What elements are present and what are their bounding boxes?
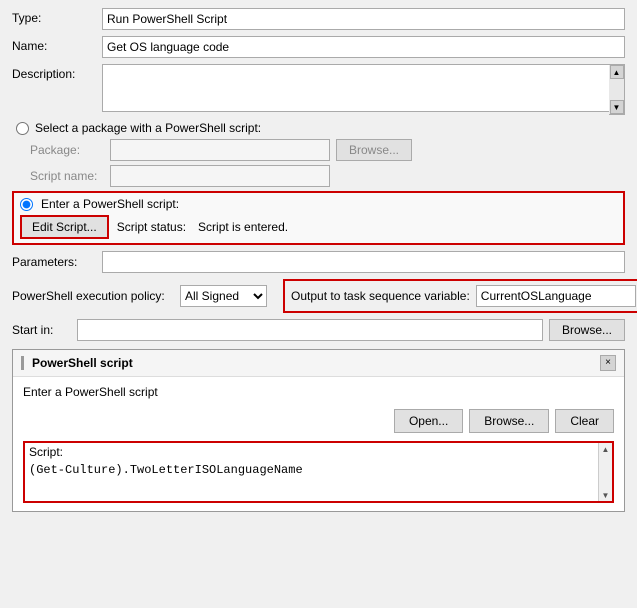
edit-script-btn[interactable]: Edit Script... [20,215,109,239]
ps-panel-header: PowerShell script × [13,350,624,377]
script-area-label: Script: [25,443,612,461]
ps-browse-btn[interactable]: Browse... [469,409,549,433]
ps-clear-btn[interactable]: Clear [555,409,614,433]
enter-ps-row: Enter a PowerShell script: [20,197,617,211]
script-status-value: Script is entered. [198,220,288,234]
script-scrollbar[interactable]: ▲ ▼ [598,443,612,501]
name-label: Name: [12,36,102,53]
output-var-label: Output to task sequence variable: [291,289,470,303]
package-row: Package: Browse... [12,139,625,161]
parameters-label: Parameters: [12,255,102,269]
start-in-row: Start in: Browse... [12,319,625,341]
description-wrapper: ▲ ▼ [102,64,625,115]
script-name-label: Script name: [30,169,110,183]
select-package-label: Select a package with a PowerShell scrip… [35,121,261,135]
policy-select[interactable]: All Signed Bypass Restricted Undefined U… [180,285,267,307]
type-row: Type: [12,8,625,30]
ps-panel-body: Enter a PowerShell script Open... Browse… [13,377,624,511]
type-input[interactable] [102,8,625,30]
script-name-row: Script name: [12,165,625,187]
policy-output-row: PowerShell execution policy: All Signed … [12,279,625,313]
name-row: Name: [12,36,625,58]
select-package-radio-row[interactable]: Select a package with a PowerShell scrip… [12,121,625,135]
script-name-input [110,165,330,187]
panel-divider [21,356,24,370]
scroll-up-arrow[interactable]: ▲ [610,65,624,79]
ps-panel-subtitle: Enter a PowerShell script [23,385,614,399]
script-status-label: Script status: [117,220,186,234]
script-area: Script: (Get-Culture).TwoLetterISOLangua… [23,441,614,503]
scroll-down-arrow[interactable]: ▼ [610,100,624,114]
description-row: Description: ▲ ▼ [12,64,625,115]
parameters-row: Parameters: [12,251,625,273]
script-scroll-down[interactable]: ▼ [600,489,612,501]
output-var-section: Output to task sequence variable: [283,279,637,313]
enter-ps-section: Enter a PowerShell script: Edit Script..… [12,191,625,245]
package-label: Package: [30,143,110,157]
script-content[interactable]: (Get-Culture).TwoLetterISOLanguageName [25,461,612,501]
enter-ps-label: Enter a PowerShell script: [41,197,179,211]
parameters-input[interactable] [102,251,625,273]
package-input [110,139,330,161]
description-label: Description: [12,64,102,81]
start-in-input[interactable] [77,319,543,341]
type-label: Type: [12,8,102,25]
script-scroll-up[interactable]: ▲ [600,443,612,455]
ps-toolbar: Open... Browse... Clear [23,409,614,433]
ps-panel: PowerShell script × Enter a PowerShell s… [12,349,625,512]
name-input[interactable] [102,36,625,58]
package-browse-btn: Browse... [336,139,412,161]
start-in-label: Start in: [12,323,77,337]
start-in-browse-btn[interactable]: Browse... [549,319,625,341]
output-var-input[interactable] [476,285,636,307]
description-input[interactable] [102,64,625,112]
ps-panel-title: PowerShell script [32,356,133,370]
ps-close-btn[interactable]: × [600,355,616,371]
policy-label: PowerShell execution policy: [12,289,172,303]
description-scrollbar[interactable]: ▲ ▼ [609,64,625,115]
select-package-radio[interactable] [16,122,29,135]
enter-ps-radio[interactable] [20,198,33,211]
ps-open-btn[interactable]: Open... [394,409,463,433]
